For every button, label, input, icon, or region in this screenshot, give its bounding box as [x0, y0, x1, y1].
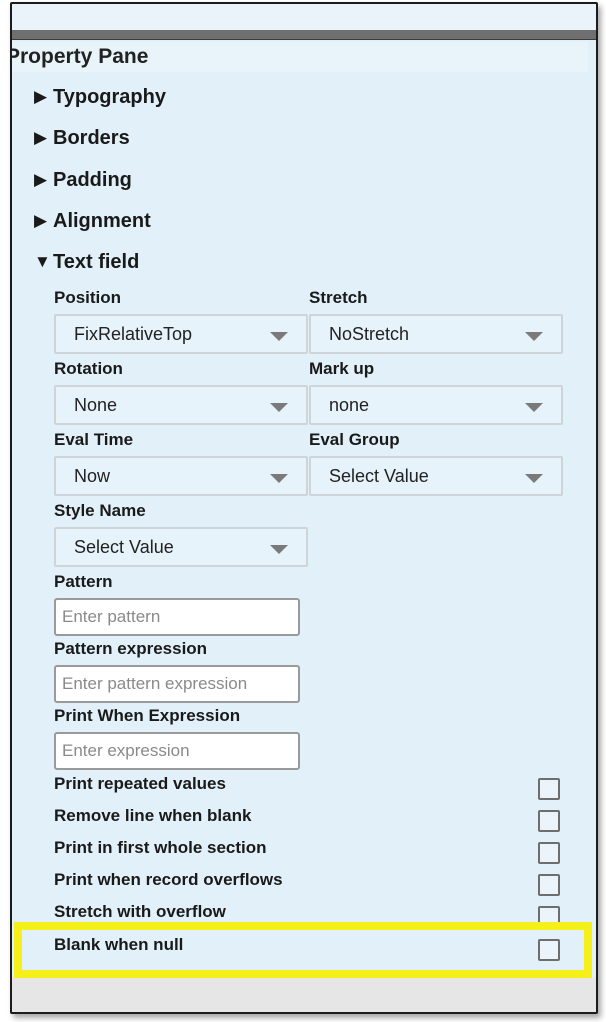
top-strip [12, 4, 596, 30]
chevron-down-icon [525, 332, 543, 341]
section-alignment[interactable]: ▶ Alignment [34, 210, 151, 233]
section-typography[interactable]: ▶ Typography [34, 86, 166, 109]
pane-title: Property Pane [12, 42, 588, 72]
chevron-down-icon [270, 474, 288, 483]
property-pane-window: Property Pane ▶ Typography ▶ Borders ▶ Padd… [10, 2, 598, 1014]
print-when-record-overflows-checkbox[interactable] [538, 874, 560, 896]
caret-right-icon: ▶ [34, 211, 48, 230]
chevron-down-icon [270, 403, 288, 412]
stretch-label: Stretch [309, 288, 368, 307]
section-padding[interactable]: ▶ Padding [34, 169, 132, 192]
position-select[interactable]: FixRelativeTop [54, 314, 308, 354]
chevron-down-icon [270, 332, 288, 341]
style-name-label: Style Name [54, 501, 146, 520]
section-label: Typography [53, 86, 166, 108]
section-label: Borders [53, 127, 130, 149]
remove-line-when-blank-checkbox[interactable] [538, 810, 560, 832]
section-text-field[interactable]: ▼ Text field [34, 251, 139, 274]
markup-value: none [329, 395, 370, 415]
section-label: Alignment [53, 210, 151, 232]
stretch-select[interactable]: NoStretch [309, 314, 563, 354]
rotation-value: None [74, 395, 118, 415]
pattern-expression-input[interactable] [54, 665, 300, 703]
eval-group-value: Select Value [329, 466, 429, 486]
print-when-record-overflows-label: Print when record overflows [54, 870, 283, 889]
print-repeated-values-label: Print repeated values [54, 774, 226, 793]
pattern-label: Pattern [54, 572, 113, 591]
section-label: Text field [53, 251, 140, 273]
blank-when-null-checkbox[interactable] [538, 939, 560, 961]
markup-label: Mark up [309, 359, 375, 378]
bottom-bar [12, 978, 596, 1012]
position-label: Position [54, 288, 122, 307]
position-value: FixRelativeTop [74, 324, 193, 344]
section-label: Padding [53, 169, 132, 191]
pattern-expression-label: Pattern expression [54, 639, 208, 658]
chevron-down-icon [525, 474, 543, 483]
remove-line-when-blank-label: Remove line when blank [54, 806, 252, 825]
markup-select[interactable]: none [309, 385, 563, 425]
eval-time-value: Now [74, 466, 111, 486]
chevron-down-icon [270, 545, 288, 554]
rotation-label: Rotation [54, 359, 123, 378]
style-name-select[interactable]: Select Value [54, 527, 308, 567]
blank-when-null-label: Blank when null [54, 935, 184, 954]
stretch-with-overflow-label: Stretch with overflow [54, 902, 226, 921]
section-borders[interactable]: ▶ Borders [34, 127, 130, 150]
print-repeated-values-checkbox[interactable] [538, 778, 560, 800]
top-bar [12, 30, 596, 40]
style-name-value: Select Value [74, 537, 174, 557]
rotation-select[interactable]: None [54, 385, 308, 425]
print-in-first-whole-section-checkbox[interactable] [538, 842, 560, 864]
pattern-input[interactable] [54, 598, 300, 636]
eval-time-select[interactable]: Now [54, 456, 308, 496]
caret-right-icon: ▶ [34, 87, 48, 106]
caret-right-icon: ▶ [34, 128, 48, 147]
eval-time-label: Eval Time [54, 430, 134, 449]
print-in-first-whole-section-label: Print in first whole section [54, 838, 267, 857]
caret-right-icon: ▶ [34, 170, 48, 189]
print-when-expression-input[interactable] [54, 732, 300, 770]
chevron-down-icon [525, 403, 543, 412]
print-when-expression-label: Print When Expression [54, 706, 241, 725]
eval-group-select[interactable]: Select Value [309, 456, 563, 496]
stretch-value: NoStretch [329, 324, 410, 344]
eval-group-label: Eval Group [309, 430, 400, 449]
caret-down-icon: ▼ [34, 252, 51, 271]
